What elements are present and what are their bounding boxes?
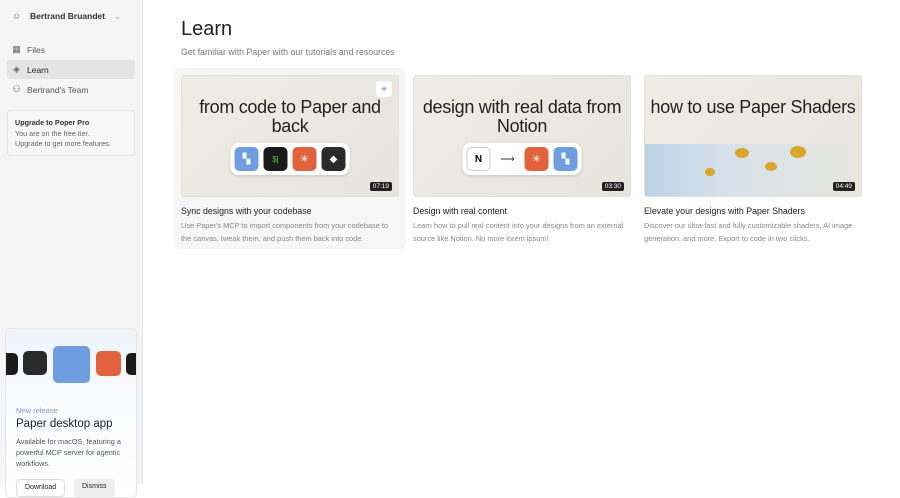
thumbnail-text: design with real data from Notion (422, 97, 622, 136)
cube-icon: ◆ (321, 147, 346, 171)
sidebar-item-team[interactable]: ⚇ Bertrand's Team (7, 80, 135, 99)
video-thumbnail[interactable]: design with real data from Notion N ⟶ ✳ … (413, 75, 631, 197)
graduation-cap-icon: ◈ (13, 64, 20, 74)
tutorial-card[interactable]: from code to Paper and back ⌖ ▚ $| ✳ ◆ 0… (181, 75, 399, 245)
app-icons: N ⟶ ✳ ▚ (462, 143, 582, 175)
main: Learn Get familiar with Paper with our t… (181, 18, 395, 57)
video-duration: 03:30 (601, 182, 624, 191)
tutorial-card[interactable]: how to use Paper Shaders 04:49 Elevate y… (644, 75, 862, 245)
card-desc: Use Paper's MCP to import components fro… (181, 221, 389, 243)
card-title: Elevate your designs with Paper Shaders (644, 206, 805, 216)
arrow-right-icon: ⟶ (500, 153, 515, 165)
smiley-icon: ☺ (12, 10, 22, 21)
user-menu[interactable]: ☺ Bertrand Bruandet ⌄ (12, 11, 121, 21)
tutorial-card[interactable]: design with real data from Notion N ⟶ ✳ … (413, 75, 631, 245)
release-label: New release (16, 406, 58, 415)
chevron-down-icon: ⌄ (114, 11, 121, 21)
release-title: Paper desktop app (16, 418, 113, 430)
card-title: Sync designs with your codebase (181, 206, 312, 216)
thumbnail-text: how to use Paper Shaders (650, 97, 856, 117)
release-card: New release Paper desktop app Available … (5, 328, 137, 498)
app-icons (6, 346, 136, 386)
focus-icon[interactable]: ⌖ (376, 81, 392, 97)
card-title: Design with real content (413, 206, 507, 216)
paper-logo-icon: ▚ (234, 147, 259, 171)
sidebar: ☺ Bertrand Bruandet ⌄ ▦ Files ◈ Learn ⚇ Ber… (0, 0, 143, 498)
claude-icon: ✳ (524, 147, 549, 171)
download-button[interactable]: Download (16, 479, 66, 497)
dismiss-button[interactable]: Dismiss (74, 479, 115, 497)
video-thumbnail[interactable]: from code to Paper and back ⌖ ▚ $| ✳ ◆ 0… (181, 75, 399, 197)
sidebar-item-label: Learn (27, 64, 49, 75)
thumbnail-text: from code to Paper and back (199, 97, 381, 136)
terminal-icon: $| (263, 147, 288, 171)
grid-icon: ▦ (12, 44, 21, 54)
card-desc: Learn how to pull real content into your… (413, 221, 624, 243)
page-subtitle: Get familiar with Paper with our tutoria… (181, 47, 395, 57)
upgrade-line: You are on the free tier. (15, 128, 90, 138)
sidebar-item-files[interactable]: ▦ Files (7, 40, 135, 59)
app-icons: ▚ $| ✳ ◆ (230, 143, 350, 175)
sidebar-item-label: Files (27, 44, 45, 55)
sidebar-item-learn[interactable]: ◈ Learn (7, 60, 135, 79)
cube-icon (23, 351, 47, 375)
user-name: Bertrand Bruandet (30, 11, 106, 21)
upgrade-title: Upgrade to Poper Pro (15, 118, 90, 127)
video-thumbnail[interactable]: how to use Paper Shaders 04:49 (644, 75, 862, 197)
claude-icon (96, 351, 121, 376)
upgrade-line: Upgrade to get more features. (15, 139, 111, 148)
notion-icon: N (466, 147, 491, 171)
release-desc: Available for macOS, featuring a powerfu… (16, 437, 121, 468)
video-duration: 04:49 (832, 182, 855, 191)
terminal-icon (126, 353, 136, 375)
claude-icon: ✳ (292, 147, 317, 171)
video-duration: 07:19 (369, 182, 392, 191)
paper-logo-icon: ▚ (553, 147, 578, 171)
terminal-icon (6, 353, 18, 375)
sidebar-item-label: Bertrand's Team (27, 84, 89, 95)
upgrade-card[interactable]: Upgrade to Poper Pro You are on the free… (7, 110, 135, 156)
flowers-image (645, 144, 861, 196)
paper-logo-icon (53, 346, 90, 383)
sidebar-nav: ▦ Files ◈ Learn ⚇ Bertrand's Team (7, 40, 135, 100)
card-desc: Discover our ultra-fast and fully custom… (644, 221, 853, 243)
team-icon: ⚇ (12, 84, 21, 94)
page-title: Learn (181, 18, 233, 40)
